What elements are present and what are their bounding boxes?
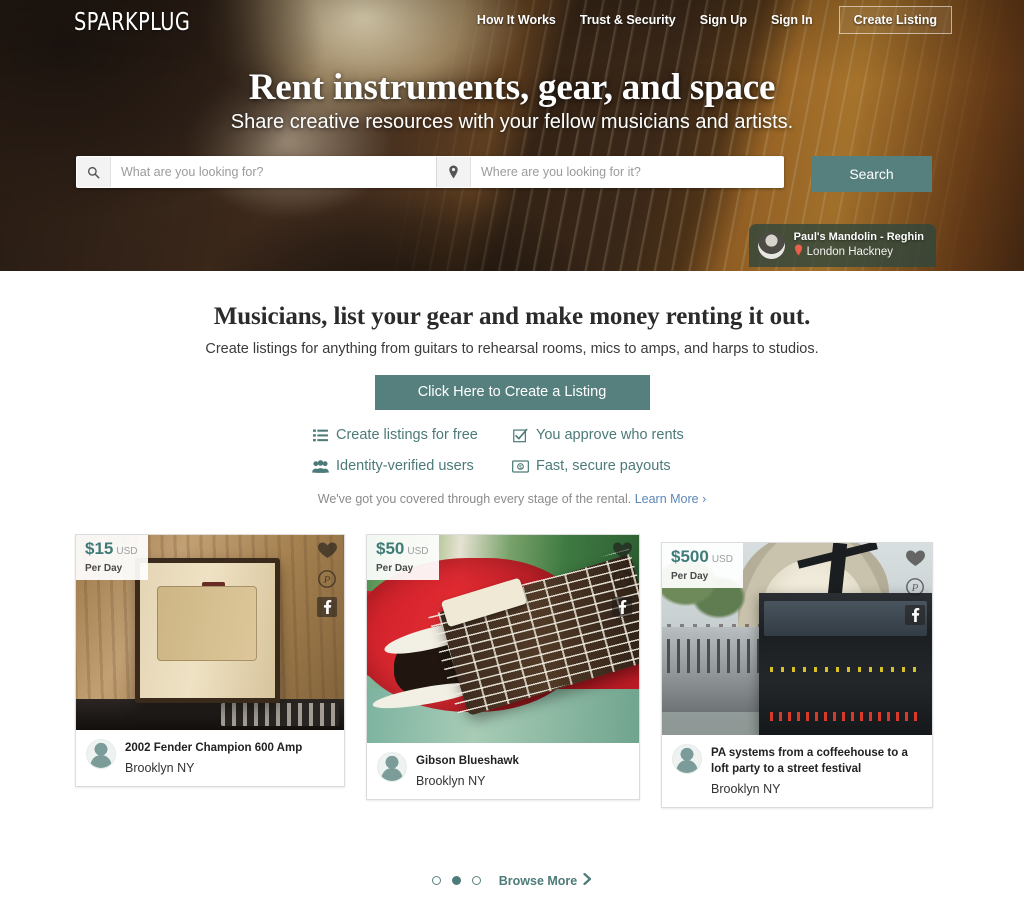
nav-item-sign-up[interactable]: Sign Up [688,6,759,34]
browse-more-label: Browse More [498,873,578,888]
listing-location: Brooklyn NY [416,774,486,788]
listing-title[interactable]: PA systems from a coffeehouse to a loft … [711,745,921,777]
promo-feature-list: Create listings for free You approve who… [312,427,712,474]
share-actions: P [611,539,633,617]
featured-listing-title: Paul's Mandolin - Reghin [793,231,924,243]
avatar [86,739,116,769]
promo-section: Musicians, list your gear and make money… [0,271,1024,506]
heart-icon[interactable] [611,539,633,561]
search-icon [77,157,111,187]
price-amount: $500 [671,547,709,566]
price-badge: $15 USD Per Day [76,535,148,580]
listing-meta: PA systems from a coffeehouse to a loft … [662,735,932,807]
price-amount: $50 [376,539,405,558]
pager-dot-2[interactable] [451,876,461,885]
svg-text:P: P [618,574,626,586]
search-what-field[interactable] [77,157,436,187]
price-badge: $500 USD Per Day [662,543,743,588]
pager-dot-3[interactable] [471,876,481,885]
create-listing-cta-button[interactable]: Click Here to Create a Listing [374,375,650,410]
promo-heading: Musicians, list your gear and make money… [213,303,811,330]
listing-location: Brooklyn NY [125,761,195,775]
browse-more-link[interactable]: Browse More [498,872,593,888]
search-input[interactable] [111,157,433,187]
feature-you-approve-who-rents: You approve who rents [512,427,712,443]
facebook-icon[interactable] [317,597,337,617]
price-currency: USD [407,546,429,557]
feature-identity-verified-users: Identity-verified users [312,458,512,474]
search-bar: Search [76,156,932,192]
heart-icon[interactable] [316,539,338,561]
listing-location: Brooklyn NY [711,782,781,796]
price-period: Per Day [376,563,414,574]
svg-text:P: P [911,582,919,594]
listing-photo[interactable]: $500 USD Per Day P [662,543,932,735]
create-listing-button[interactable]: Create Listing [838,6,952,34]
avatar [672,744,702,774]
listing-title[interactable]: Gibson Blueshawk [416,753,519,769]
hero-section: SPARKPLUG How It Works Trust & Security … [0,0,1024,271]
share-actions: P [904,547,926,625]
main-navigation: How It Works Trust & Security Sign Up Si… [465,6,952,34]
heart-icon[interactable] [904,547,926,569]
featured-listing-location: London Hackney [794,244,924,261]
listing-card[interactable]: $50 USD Per Day P Gibson Blueshawk Brookl… [366,534,640,800]
listing-cards: $15 USD Per Day P 2002 Fender Champion 60… [0,528,1024,818]
feature-label: Create listings for free [336,427,478,443]
feature-create-listings-for-free: Create listings for free [312,427,512,443]
featured-listing-badge[interactable]: Paul's Mandolin - Reghin London Hackney [748,224,936,267]
list-icon [312,428,329,442]
feature-label: Identity-verified users [336,458,474,474]
price-currency: USD [116,546,138,557]
avatar [757,232,785,259]
listing-photo[interactable]: $15 USD Per Day P [76,535,344,730]
hero-subtitle: Share creative resources with your fello… [230,111,794,133]
listing-meta: 2002 Fender Champion 600 Amp Brooklyn NY [76,730,344,786]
nav-item-trust-and-security[interactable]: Trust & Security [568,6,688,34]
listing-title[interactable]: 2002 Fender Champion 600 Amp [125,740,302,756]
avatar [377,752,407,782]
nav-item-how-it-works[interactable]: How It Works [465,6,568,34]
facebook-icon[interactable] [905,605,925,625]
featured-listing-location-text: London Hackney [806,246,893,258]
learn-more-link[interactable]: Learn More › [635,492,707,506]
listing-card[interactable]: $500 USD Per Day P PA systems from a coff… [661,542,933,808]
map-pin-icon [794,244,803,261]
price-amount: $15 [85,539,114,558]
money-bill-icon: $ [512,459,529,473]
pinterest-icon[interactable]: P [904,576,926,598]
listing-photo[interactable]: $50 USD Per Day P [367,535,639,743]
coverage-note: We've got you covered through every stag… [0,492,1024,506]
pinterest-icon[interactable]: P [611,568,633,590]
check-square-icon [512,428,529,443]
users-icon [312,459,329,473]
coverage-text: We've got you covered through every stag… [317,492,632,506]
pager-dot-1[interactable] [431,876,441,885]
search-where-field[interactable] [436,157,783,187]
map-pin-icon [437,157,471,187]
price-badge: $50 USD Per Day [367,535,439,580]
feature-label: Fast, secure payouts [536,458,671,474]
carousel-pager: Browse More [0,872,1024,888]
listing-meta: Gibson Blueshawk Brooklyn NY [367,743,639,799]
price-period: Per Day [671,571,709,582]
chevron-right-icon [583,872,592,888]
nav-item-sign-in[interactable]: Sign In [759,6,825,34]
location-input[interactable] [471,157,781,187]
price-period: Per Day [85,563,123,574]
price-currency: USD [711,554,733,565]
svg-text:P: P [323,574,331,586]
search-button[interactable]: Search [811,156,932,192]
feature-fast-secure-payouts: $ Fast, secure payouts [512,458,712,474]
hero-title: Rent instruments, gear, and space [248,67,776,108]
promo-lead: Create listings for anything from guitar… [205,341,819,357]
facebook-icon[interactable] [612,597,632,617]
site-logo[interactable]: SPARKPLUG [74,7,190,36]
feature-label: You approve who rents [536,427,684,443]
pinterest-icon[interactable]: P [316,568,338,590]
share-actions: P [316,539,338,617]
listing-card[interactable]: $15 USD Per Day P 2002 Fender Champion 60… [75,534,345,787]
